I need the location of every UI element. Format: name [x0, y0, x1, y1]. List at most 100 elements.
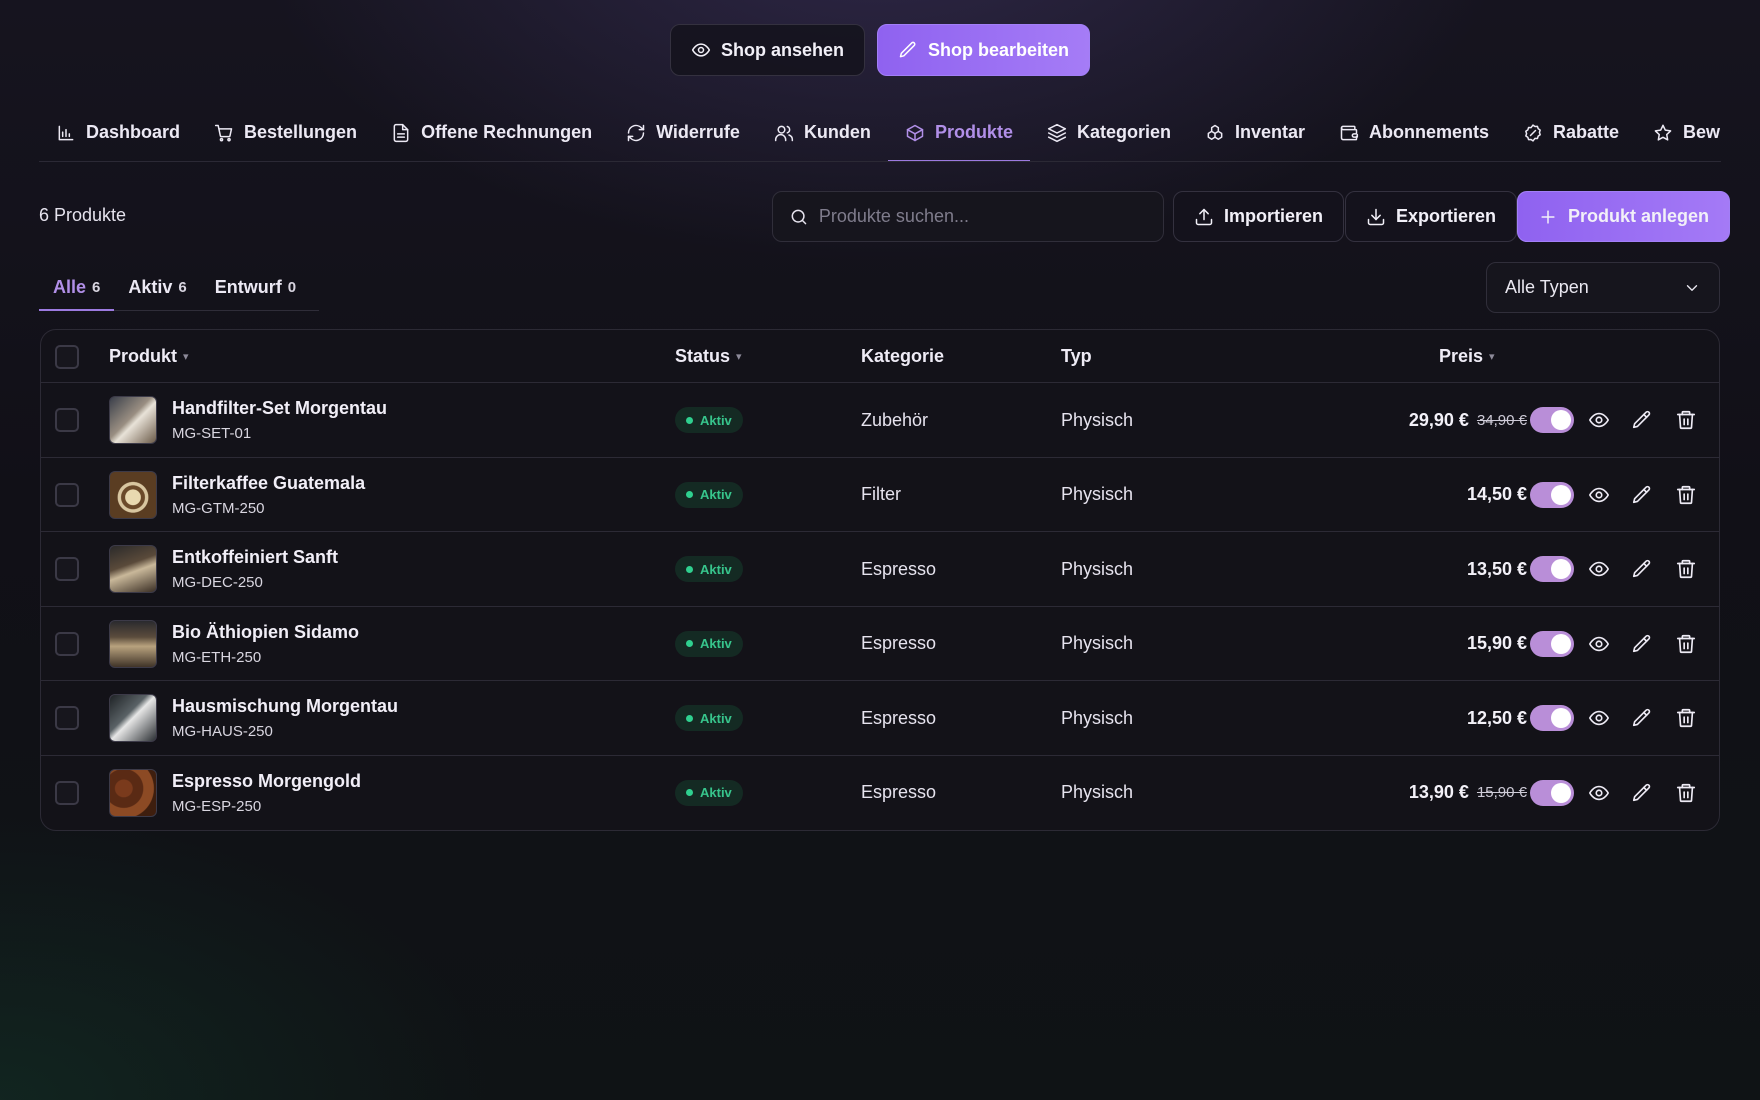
import-button[interactable]: Importieren [1173, 191, 1345, 242]
pencil-icon[interactable] [1631, 782, 1653, 804]
tab-label: Aktiv [128, 277, 173, 297]
trash-icon[interactable] [1675, 782, 1697, 804]
product-name[interactable]: Entkoffeiniert Sanft [172, 547, 338, 568]
eye-icon[interactable] [1588, 409, 1610, 431]
trash-icon[interactable] [1675, 707, 1697, 729]
search-input[interactable] [818, 206, 1147, 227]
price-cell: 12,50 € [1467, 681, 1527, 755]
delete-cell [1675, 756, 1697, 830]
eye-icon[interactable] [1588, 484, 1610, 506]
visibility-toggle-cell [1530, 458, 1574, 532]
row-select-cell [55, 756, 79, 830]
trash-icon[interactable] [1675, 633, 1697, 655]
nav-item-offene-rechnungen[interactable]: Offene Rechnungen [374, 104, 609, 161]
product-info: Handfilter-Set Morgentau MG-SET-01 [172, 398, 387, 442]
create-product-button[interactable]: Produkt anlegen [1517, 191, 1731, 242]
view-shop-button[interactable]: Shop ansehen [669, 24, 865, 76]
search-box[interactable] [772, 191, 1164, 242]
pencil-icon [899, 41, 916, 58]
table-row[interactable]: Espresso Morgengold MG-ESP-250 Aktiv Esp… [41, 756, 1719, 831]
nav-label: Dashboard [86, 122, 181, 142]
nav-item-widerrufe[interactable]: Widerrufe [609, 104, 757, 161]
product-name[interactable]: Bio Äthiopien Sidamo [172, 622, 359, 643]
export-button[interactable]: Exportieren [1345, 191, 1518, 242]
active-toggle[interactable] [1530, 705, 1574, 731]
edit-shop-button[interactable]: Shop bearbeiten [877, 24, 1091, 76]
product-cell: Espresso Morgengold MG-ESP-250 [109, 756, 361, 830]
header-label: Preis [1439, 346, 1484, 366]
sort-caret-icon: ▾ [183, 351, 189, 363]
eye-icon[interactable] [1588, 782, 1610, 804]
sort-product-header[interactable]: Produkt ▾ [109, 330, 189, 383]
trash-icon[interactable] [1675, 409, 1697, 431]
product-name[interactable]: Espresso Morgengold [172, 771, 361, 792]
row-select-cell [55, 383, 79, 457]
status-badge: Aktiv [675, 407, 743, 433]
row-select-cell [55, 681, 79, 755]
pencil-icon[interactable] [1631, 633, 1653, 655]
visibility-toggle-cell [1530, 756, 1574, 830]
table-row[interactable]: Hausmischung Morgentau MG-HAUS-250 Aktiv… [41, 681, 1719, 756]
sort-price-header[interactable]: Preis ▾ [1439, 330, 1495, 383]
status-cell: Aktiv [675, 681, 743, 755]
filter-tabs: Alle 6 Aktiv 6 Entwurf 0 [39, 265, 319, 311]
nav-item-bewertungen[interactable]: Bew [1636, 104, 1721, 161]
active-toggle[interactable] [1530, 556, 1574, 582]
pencil-icon[interactable] [1631, 484, 1653, 506]
status-cell: Aktiv [675, 607, 743, 681]
nav-item-produkte[interactable]: Produkte [887, 104, 1030, 161]
trash-icon[interactable] [1675, 558, 1697, 580]
product-name[interactable]: Hausmischung Morgentau [172, 696, 398, 717]
type-header: Typ [1061, 330, 1092, 383]
nav-item-inventar[interactable]: Inventar [1188, 104, 1322, 161]
nav-item-rabatte[interactable]: Rabatte [1506, 104, 1636, 161]
row-checkbox[interactable] [55, 408, 79, 432]
table-row[interactable]: Handfilter-Set Morgentau MG-SET-01 Aktiv… [41, 383, 1719, 458]
chevron-down-icon [1686, 284, 1698, 291]
trash-icon[interactable] [1675, 484, 1697, 506]
product-name[interactable]: Filterkaffee Guatemala [172, 473, 365, 494]
row-checkbox[interactable] [55, 557, 79, 581]
pencil-icon[interactable] [1631, 707, 1653, 729]
tab-aktiv[interactable]: Aktiv 6 [114, 265, 200, 310]
nav-item-dashboard[interactable]: Dashboard [39, 104, 197, 161]
row-checkbox[interactable] [55, 706, 79, 730]
nav-item-abonnements[interactable]: Abonnements [1322, 104, 1506, 161]
type-filter-select[interactable]: Alle Typen [1486, 262, 1720, 313]
table-row[interactable]: Bio Äthiopien Sidamo MG-ETH-250 Aktiv Es… [41, 607, 1719, 681]
table-row[interactable]: Filterkaffee Guatemala MG-GTM-250 Aktiv … [41, 458, 1719, 532]
tab-label: Entwurf [214, 277, 282, 297]
pencil-icon[interactable] [1631, 409, 1653, 431]
eye-icon[interactable] [1588, 633, 1610, 655]
sort-status-header[interactable]: Status ▾ [675, 330, 742, 383]
active-toggle[interactable] [1530, 481, 1574, 508]
status-badge: Aktiv [675, 630, 743, 657]
search-icon [791, 209, 807, 224]
products-table: Produkt ▾ Status ▾ Kategorie Typ Preis ▾… [40, 329, 1720, 831]
tab-entwurf[interactable]: Entwurf 0 [201, 265, 310, 310]
active-toggle[interactable] [1530, 407, 1574, 433]
select-all-checkbox[interactable] [55, 344, 79, 369]
nav-item-kunden[interactable]: Kunden [757, 104, 888, 161]
category-cell: Zubehör [861, 409, 929, 430]
row-checkbox[interactable] [55, 482, 79, 507]
type-cell: Physisch [1061, 782, 1134, 802]
active-toggle[interactable] [1530, 779, 1574, 806]
row-checkbox[interactable] [55, 780, 79, 805]
nav-item-bestellungen[interactable]: Bestellungen [197, 104, 374, 161]
product-info: Filterkaffee Guatemala MG-GTM-250 [172, 473, 365, 517]
active-toggle[interactable] [1530, 630, 1574, 657]
tab-alle[interactable]: Alle 6 [39, 265, 115, 311]
edit-shop-label: Shop bearbeiten [928, 39, 1070, 60]
row-checkbox[interactable] [55, 631, 79, 656]
status-cell: Aktiv [675, 532, 743, 606]
eye-icon[interactable] [1588, 707, 1610, 729]
view-cell [1588, 681, 1610, 755]
table-row[interactable]: Entkoffeiniert Sanft MG-DEC-250 Aktiv Es… [41, 532, 1719, 607]
pencil-icon[interactable] [1631, 558, 1653, 580]
eye-icon[interactable] [1588, 558, 1610, 580]
sort-caret-icon: ▾ [1489, 351, 1495, 363]
product-name[interactable]: Handfilter-Set Morgentau [172, 398, 387, 419]
nav-item-kategorien[interactable]: Kategorien [1030, 104, 1188, 161]
status-label: Aktiv [700, 636, 732, 651]
